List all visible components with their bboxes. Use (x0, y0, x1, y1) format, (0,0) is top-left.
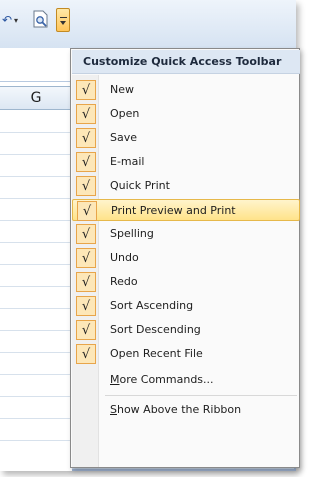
row-gridline (0, 440, 72, 441)
checkmark-icon: √ (76, 296, 96, 316)
menu-item-label: New (110, 83, 134, 96)
chevron-down-icon (60, 21, 66, 25)
print-preview-icon (33, 10, 48, 28)
menu-item-label: Spelling (110, 227, 154, 240)
menu-item-label: Sort Descending (110, 323, 201, 336)
menu-item-label: E-mail (110, 155, 145, 168)
menu-item-label: Quick Print (110, 179, 170, 192)
menu-item-label: More Commands... (110, 373, 214, 386)
print-preview-button[interactable] (30, 8, 52, 30)
row-gridline (0, 352, 72, 353)
checkmark-icon: √ (77, 201, 97, 221)
menu-item-save[interactable]: √ Save (72, 127, 300, 149)
menu-item-sort-descending[interactable]: √ Sort Descending (72, 319, 300, 341)
customize-toolbar-button[interactable] (56, 8, 70, 32)
menu-item-label: Print Preview and Print (111, 204, 236, 217)
menu-bar-icon (60, 17, 67, 18)
checkmark-icon: √ (76, 104, 96, 124)
row-gridline (0, 308, 72, 309)
row-gridline (0, 286, 72, 287)
row-gridline (0, 264, 72, 265)
row-gridline (0, 132, 72, 133)
row-gridline (0, 176, 72, 177)
row-gridline (0, 330, 72, 331)
checkmark-icon: √ (76, 344, 96, 364)
menu-item-print-preview-and-print[interactable]: √ Print Preview and Print (72, 199, 300, 221)
menu-item-open[interactable]: √ Open (72, 103, 300, 125)
checkmark-icon: √ (76, 248, 96, 268)
menu-separator (105, 395, 297, 396)
row-gridline (0, 242, 72, 243)
menu-title: Customize Quick Access Toolbar (72, 50, 300, 74)
chevron-down-icon: ▾ (14, 15, 19, 25)
menu-item-quick-print[interactable]: √ Quick Print (72, 175, 300, 197)
checkmark-icon: √ (76, 80, 96, 100)
checkmark-icon: √ (76, 320, 96, 340)
undo-dropdown-button[interactable]: ↶ ▾ (0, 9, 20, 31)
checkmark-icon: √ (76, 272, 96, 292)
checkmark-icon: √ (76, 152, 96, 172)
menu-item-e-mail[interactable]: √ E-mail (72, 151, 300, 173)
menu-item-more-commands[interactable]: More Commands... (72, 369, 300, 391)
menu-item-label: Save (110, 131, 138, 144)
menu-item-sort-ascending[interactable]: √ Sort Ascending (72, 295, 300, 317)
row-gridline (0, 418, 72, 419)
checkmark-icon: √ (76, 176, 96, 196)
customize-quick-access-menu: Customize Quick Access Toolbar √ New √ O… (70, 48, 300, 468)
menu-item-label: Open (110, 107, 140, 120)
row-gridline (0, 396, 72, 397)
menu-item-show-above-ribbon[interactable]: Show Above the Ribbon (72, 399, 300, 421)
checkmark-icon: √ (76, 128, 96, 148)
menu-item-new[interactable]: √ New (72, 79, 300, 101)
undo-icon: ↶ (1, 13, 13, 27)
menu-item-label: Undo (110, 251, 139, 264)
quick-access-toolbar: ↶ ▾ (0, 0, 296, 48)
column-header-g[interactable]: G (0, 86, 72, 110)
checkmark-icon: √ (76, 224, 96, 244)
row-gridline (0, 374, 72, 375)
worksheet-grid[interactable] (0, 48, 72, 471)
row-gridline (0, 154, 72, 155)
row-gridline (0, 198, 72, 199)
menu-item-label: Show Above the Ribbon (110, 403, 242, 416)
menu-item-label: Open Recent File (110, 347, 203, 360)
formula-bar[interactable] (0, 48, 72, 82)
menu-item-undo[interactable]: √ Undo (72, 247, 300, 269)
menu-item-label: Sort Ascending (110, 299, 194, 312)
menu-item-open-recent-file[interactable]: √ Open Recent File (72, 343, 300, 365)
menu-item-spelling[interactable]: √ Spelling (72, 223, 300, 245)
menu-item-redo[interactable]: √ Redo (72, 271, 300, 293)
row-gridline (0, 220, 72, 221)
menu-item-label: Redo (110, 275, 138, 288)
